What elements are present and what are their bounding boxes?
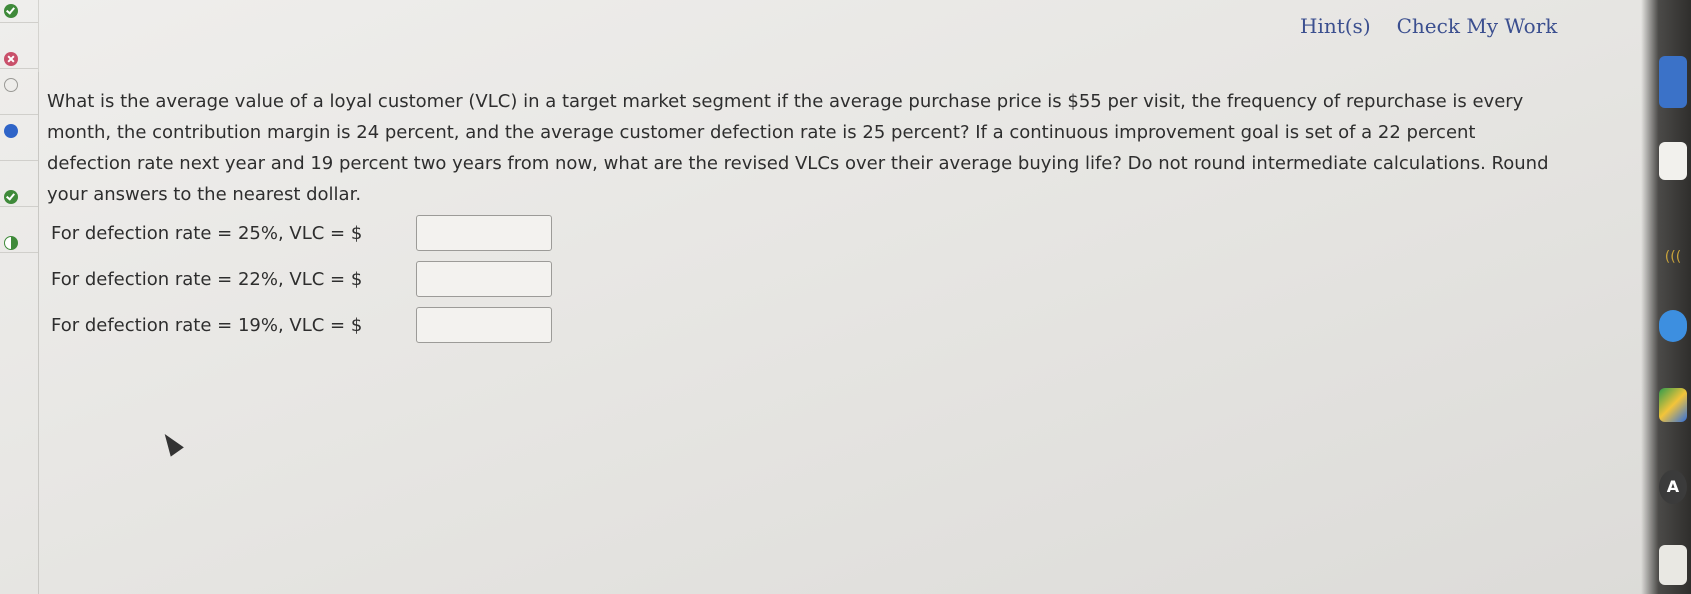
answer-label: For defection rate = 19%, VLC = $ [51, 314, 363, 336]
answer-row: For defection rate = 19%, VLC = $ [51, 302, 1607, 348]
vlc-25-input[interactable] [416, 215, 552, 251]
rail-item-4[interactable] [0, 114, 38, 161]
check-icon [4, 4, 18, 18]
cloud-icon[interactable] [1659, 310, 1687, 342]
rail-item-3[interactable] [0, 68, 38, 115]
check-icon [4, 190, 18, 204]
answer-label: For defection rate = 25%, VLC = $ [51, 222, 363, 244]
current-question-icon [4, 124, 18, 138]
rail-item-1[interactable] [0, 0, 38, 23]
answer-row: For defection rate = 22%, VLC = $ [51, 256, 1607, 302]
question-panel: What is the average value of a loyal cus… [38, 72, 1607, 594]
vlc-22-input[interactable] [416, 261, 552, 297]
empty-circle-icon [4, 78, 18, 92]
partial-check-icon [4, 236, 18, 250]
document-icon[interactable] [1659, 142, 1687, 180]
hints-link[interactable]: Hint(s) [1300, 14, 1371, 38]
answer-row: For defection rate = 25%, VLC = $ [51, 210, 1607, 256]
answer-label: For defection rate = 22%, VLC = $ [51, 268, 363, 290]
cross-icon [4, 52, 18, 66]
dock: ((( A [1641, 0, 1691, 594]
check-my-work-link[interactable]: Check My Work [1397, 14, 1558, 38]
question-status-rail [0, 0, 39, 594]
app-icon[interactable] [1659, 56, 1687, 108]
vlc-19-input[interactable] [416, 307, 552, 343]
notes-icon[interactable] [1659, 545, 1687, 585]
drive-icon[interactable] [1659, 388, 1687, 422]
rail-item-6[interactable] [0, 206, 38, 253]
question-text: What is the average value of a loyal cus… [47, 91, 1549, 205]
acrobat-icon[interactable]: A [1659, 470, 1687, 504]
rail-item-5[interactable] [0, 160, 38, 207]
signal-icon[interactable]: ((( [1659, 240, 1687, 274]
rail-item-2[interactable] [0, 22, 38, 69]
header-links: Hint(s) Check My Work [1300, 14, 1557, 38]
